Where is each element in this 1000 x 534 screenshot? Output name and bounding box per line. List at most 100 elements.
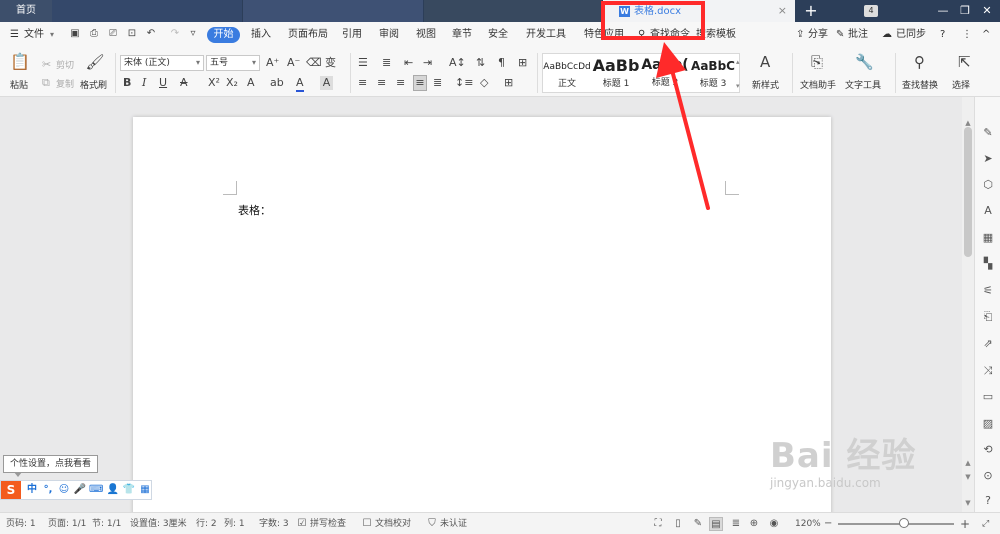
image-icon[interactable]: ▨ xyxy=(980,416,996,432)
restore-button[interactable]: ❐ xyxy=(954,0,976,22)
zoom-out-icon[interactable]: − xyxy=(824,513,832,534)
history-icon[interactable]: ⟲ xyxy=(980,442,996,458)
hamburger-icon[interactable]: ☰ xyxy=(10,22,19,47)
format-painter-label[interactable]: 格式刷 xyxy=(80,78,107,91)
text-style-icon[interactable]: A xyxy=(980,203,996,219)
font-size-select[interactable]: 五号 ▾ xyxy=(206,55,260,71)
align-right-icon[interactable]: ≡ xyxy=(396,76,405,90)
scroll-up-icon[interactable]: ▲ xyxy=(962,119,974,127)
styles-scroll-down-icon[interactable]: ▾ xyxy=(736,79,740,93)
italic-icon[interactable]: I xyxy=(142,76,146,90)
superscript-icon[interactable]: X² xyxy=(208,76,220,90)
shading-icon[interactable]: ◇ xyxy=(480,76,488,90)
new-style-icon[interactable]: A xyxy=(760,55,770,70)
asian-layout-icon[interactable]: ⊞ xyxy=(518,56,527,70)
decrease-indent-icon[interactable]: ⇤ xyxy=(404,56,413,70)
sogou-logo-icon[interactable]: S xyxy=(1,481,21,499)
web-view-icon[interactable]: ⊕ xyxy=(747,517,761,531)
ime-lang-toggle[interactable]: 中 xyxy=(25,483,39,497)
status-pages[interactable]: 页面: 1/1 xyxy=(48,513,86,534)
page-view-icon[interactable]: ▤ xyxy=(709,517,723,531)
tab-blurred-2[interactable] xyxy=(243,0,423,22)
text-tools-label[interactable]: 文字工具 xyxy=(845,78,881,91)
table-icon[interactable]: ▦ xyxy=(980,230,996,246)
status-setting[interactable]: 设置值: 3厘米 xyxy=(130,513,187,534)
collapse-ribbon-button[interactable]: ^ xyxy=(982,22,990,47)
paste-label[interactable]: 粘贴 xyxy=(10,78,28,91)
align-left-icon[interactable]: ≡ xyxy=(358,76,367,90)
cut-icon[interactable]: ✂ xyxy=(42,58,51,72)
text-direction-icon[interactable]: A↕ xyxy=(449,56,466,70)
scrollbar-thumb[interactable] xyxy=(964,127,972,257)
doc-assistant-icon[interactable]: ⎘ xyxy=(811,55,823,70)
status-column[interactable]: 列: 1 xyxy=(224,513,245,534)
emoji-icon[interactable]: ☺ xyxy=(57,483,71,497)
spell-check-button[interactable]: 拼写检查 xyxy=(310,513,346,534)
zoom-level[interactable]: 120% xyxy=(795,513,821,534)
microphone-icon[interactable]: 🎤 xyxy=(73,483,87,497)
pointer-icon[interactable]: ➤ xyxy=(980,151,996,167)
status-word-count[interactable]: 字数: 3 xyxy=(259,513,289,534)
grid-icon[interactable]: ▚ xyxy=(980,256,996,272)
tab-insert[interactable]: 插入 xyxy=(251,22,271,47)
cut-label[interactable]: 剪切 xyxy=(56,58,74,71)
format-painter-icon[interactable]: 🖌 xyxy=(85,55,105,70)
find-replace-label[interactable]: 查找替换 xyxy=(902,78,938,91)
certification-status[interactable]: 未认证 xyxy=(440,513,467,534)
export-pdf-icon[interactable]: ⎙ xyxy=(87,27,101,41)
punctuation-icon[interactable]: °, xyxy=(41,483,55,497)
highlight-icon[interactable]: ab xyxy=(270,76,284,90)
style-heading-1[interactable]: AaBb 标题 1 xyxy=(592,54,640,92)
new-style-label[interactable]: 新样式 xyxy=(752,78,779,91)
tab-blurred-1[interactable] xyxy=(52,0,242,22)
keyboard-icon[interactable]: ⌨ xyxy=(89,483,103,497)
document-body-text[interactable]: 表格： xyxy=(238,202,271,218)
new-tab-button[interactable]: + xyxy=(800,0,822,22)
tab-review[interactable]: 审阅 xyxy=(379,22,399,47)
paste-icon[interactable]: 📋 xyxy=(10,54,30,70)
help-icon[interactable]: ? xyxy=(980,493,996,509)
redo-icon[interactable]: ↷ xyxy=(168,27,182,41)
borders-icon[interactable]: ⊞ xyxy=(504,76,513,90)
share-nodes-icon[interactable]: ⤨ xyxy=(980,363,996,379)
tab-start[interactable]: 开始 xyxy=(207,27,240,43)
read-mode-icon[interactable]: ▯ xyxy=(671,517,685,531)
doc-assistant-label[interactable]: 文档助手 xyxy=(800,78,836,91)
undo-icon[interactable]: ↶ xyxy=(144,27,158,41)
copy-label[interactable]: 复制 xyxy=(56,77,74,90)
toolbox-icon[interactable]: ▦ xyxy=(138,483,152,497)
scroll-up-double-icon[interactable]: ▲ xyxy=(962,459,974,467)
menu-file[interactable]: 文件 xyxy=(24,22,44,47)
tab-security[interactable]: 安全 xyxy=(488,22,508,47)
bold-icon[interactable]: B xyxy=(123,76,131,90)
style-normal[interactable]: AaBbCcDd 正文 xyxy=(543,54,591,92)
increase-indent-icon[interactable]: ⇥ xyxy=(423,56,432,70)
eye-protection-icon[interactable]: ◉ xyxy=(767,517,781,531)
tab-references[interactable]: 引用 xyxy=(342,22,362,47)
more-button[interactable]: ⋮ xyxy=(962,22,972,47)
scroll-down-double-icon[interactable]: ▼ xyxy=(962,473,974,481)
settings-sliders-icon[interactable]: ⚟ xyxy=(980,283,996,299)
fit-page-icon[interactable]: ⤢ xyxy=(982,513,989,534)
sort-icon[interactable]: ⇅ xyxy=(476,56,485,70)
archive-icon[interactable]: ▭ xyxy=(980,389,996,405)
outline-view-icon[interactable]: ≣ xyxy=(729,517,743,531)
export-icon[interactable]: ⇗ xyxy=(980,336,996,352)
text-tools-icon[interactable]: 🔧 xyxy=(855,55,874,70)
clear-format-icon[interactable]: ⌫ xyxy=(306,56,322,70)
status-row[interactable]: 行: 2 xyxy=(196,513,217,534)
style-heading-3[interactable]: AaBbC 标题 3 xyxy=(689,54,737,92)
user-icon[interactable]: 👤 xyxy=(106,483,120,497)
pen-icon[interactable]: ✎ xyxy=(980,125,996,141)
style-heading-2[interactable]: AaBb( 标题 2 xyxy=(641,54,689,92)
print-preview-icon[interactable]: ⊡ xyxy=(125,27,139,41)
subscript-icon[interactable]: X₂ xyxy=(226,76,238,90)
tab-chapter[interactable]: 章节 xyxy=(452,22,472,47)
zoom-slider-thumb[interactable] xyxy=(899,518,909,528)
underline-icon[interactable]: U xyxy=(159,76,167,90)
fullscreen-icon[interactable]: ⛶ xyxy=(651,517,665,531)
align-center-icon[interactable]: ≡ xyxy=(377,76,386,90)
find-replace-icon[interactable]: ⚲ xyxy=(914,55,925,70)
minimize-button[interactable]: — xyxy=(932,0,954,22)
customize-qat-icon[interactable]: ▿ xyxy=(186,27,200,41)
